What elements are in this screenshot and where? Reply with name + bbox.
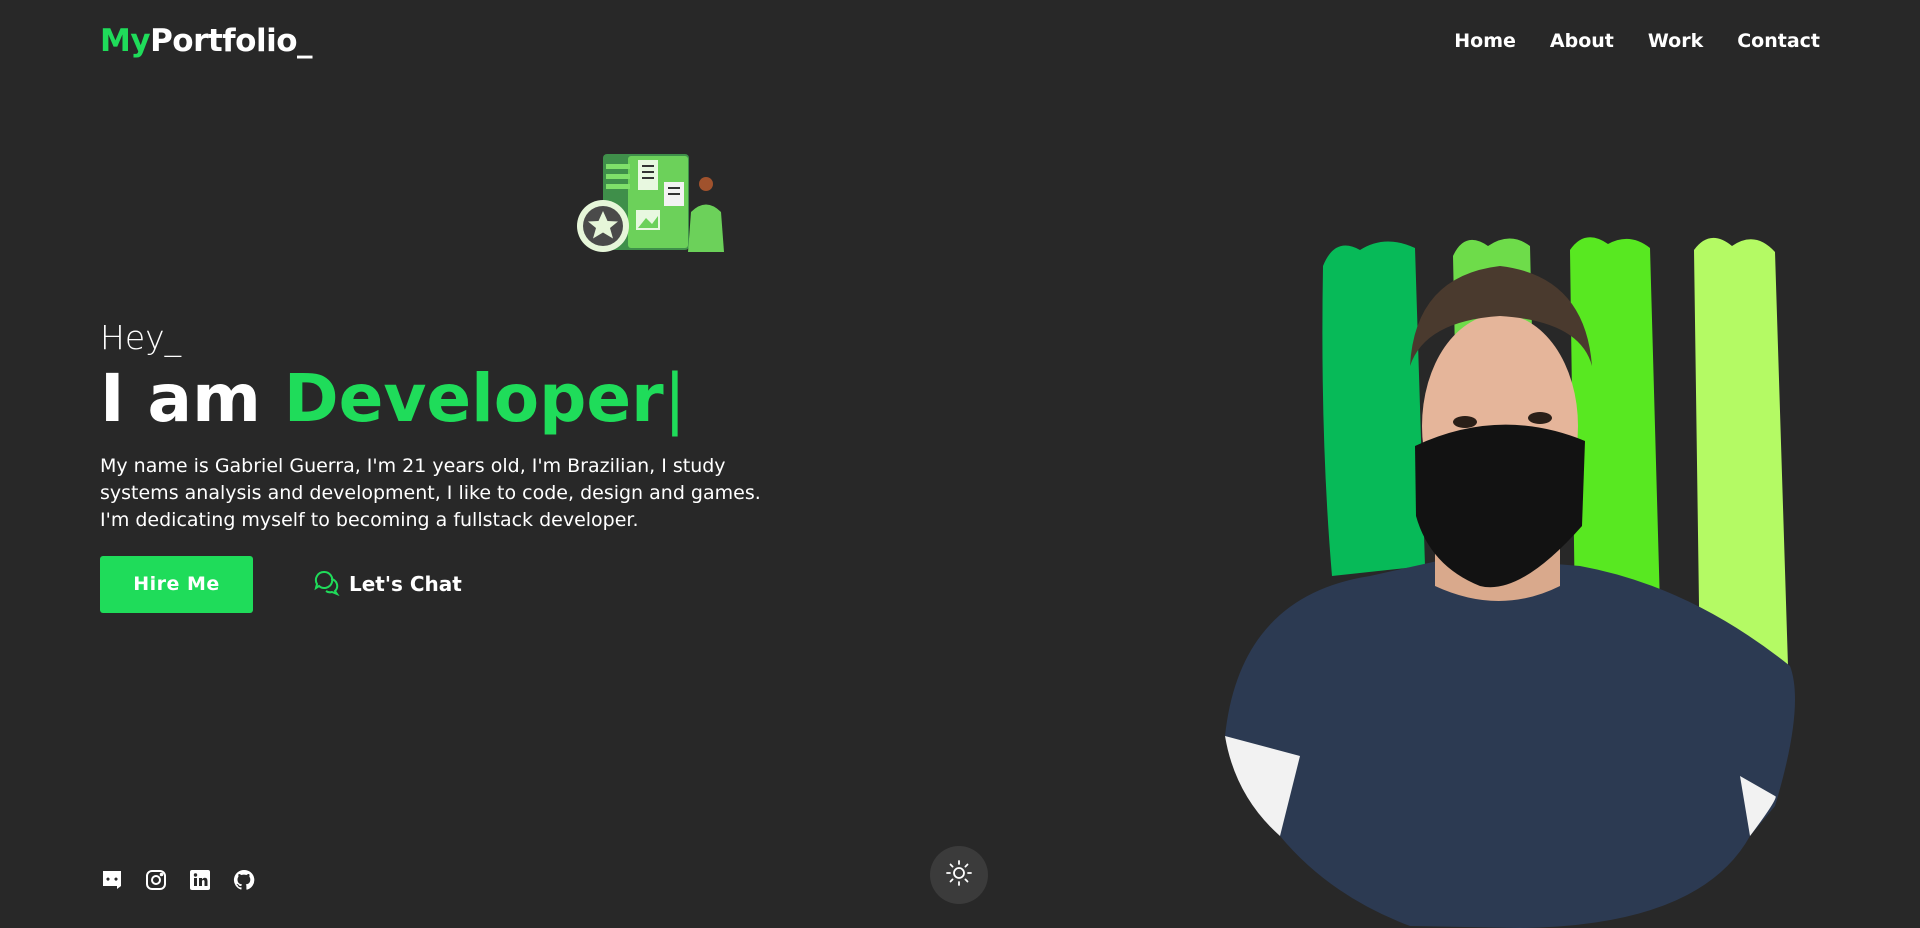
- github-icon[interactable]: [232, 868, 256, 892]
- nav-home[interactable]: Home: [1454, 30, 1516, 52]
- greeting: Hey_: [100, 318, 182, 357]
- bio-text: My name is Gabriel Guerra, I'm 21 years …: [100, 454, 761, 531]
- eye-right: [1528, 412, 1552, 424]
- instagram-icon[interactable]: [144, 868, 168, 892]
- theme-toggle-button[interactable]: [930, 846, 988, 904]
- hero-illustration: [577, 154, 724, 252]
- logo-rest: Portfolio_: [150, 23, 313, 59]
- nav-work[interactable]: Work: [1648, 30, 1703, 52]
- main-nav: Home About Work Contact: [1454, 30, 1820, 52]
- linkedin-icon[interactable]: [188, 868, 212, 892]
- logo-accent: My: [100, 23, 151, 59]
- hire-me-button[interactable]: Hire Me: [100, 555, 253, 613]
- site-header: MyPortfolio_ Home About Work Contact: [0, 0, 1920, 82]
- headline: I am Developer|: [100, 361, 800, 437]
- typing-cursor: |: [663, 360, 686, 437]
- headline-role: Developer: [283, 360, 664, 437]
- hero-actions: Hire Me Let's Chat: [100, 555, 800, 613]
- social-links: [100, 868, 256, 892]
- chat-icon: [313, 568, 341, 601]
- brush-stroke: [1570, 237, 1660, 616]
- lets-chat-button[interactable]: Let's Chat: [313, 568, 462, 601]
- brush-stroke: [1322, 241, 1425, 576]
- profile-photo: [1225, 237, 1795, 928]
- lets-chat-label: Let's Chat: [349, 572, 462, 597]
- eye-left: [1453, 416, 1477, 428]
- sun-icon: [945, 859, 973, 891]
- headline-prefix: I am: [100, 360, 261, 437]
- logo[interactable]: MyPortfolio_: [100, 23, 313, 59]
- hero-section: Hey_ I am Developer| My name is Gabriel …: [100, 318, 800, 613]
- nav-contact[interactable]: Contact: [1737, 30, 1820, 52]
- discord-icon[interactable]: [100, 868, 124, 892]
- nav-about[interactable]: About: [1550, 30, 1614, 52]
- brush-stroke: [1694, 237, 1788, 676]
